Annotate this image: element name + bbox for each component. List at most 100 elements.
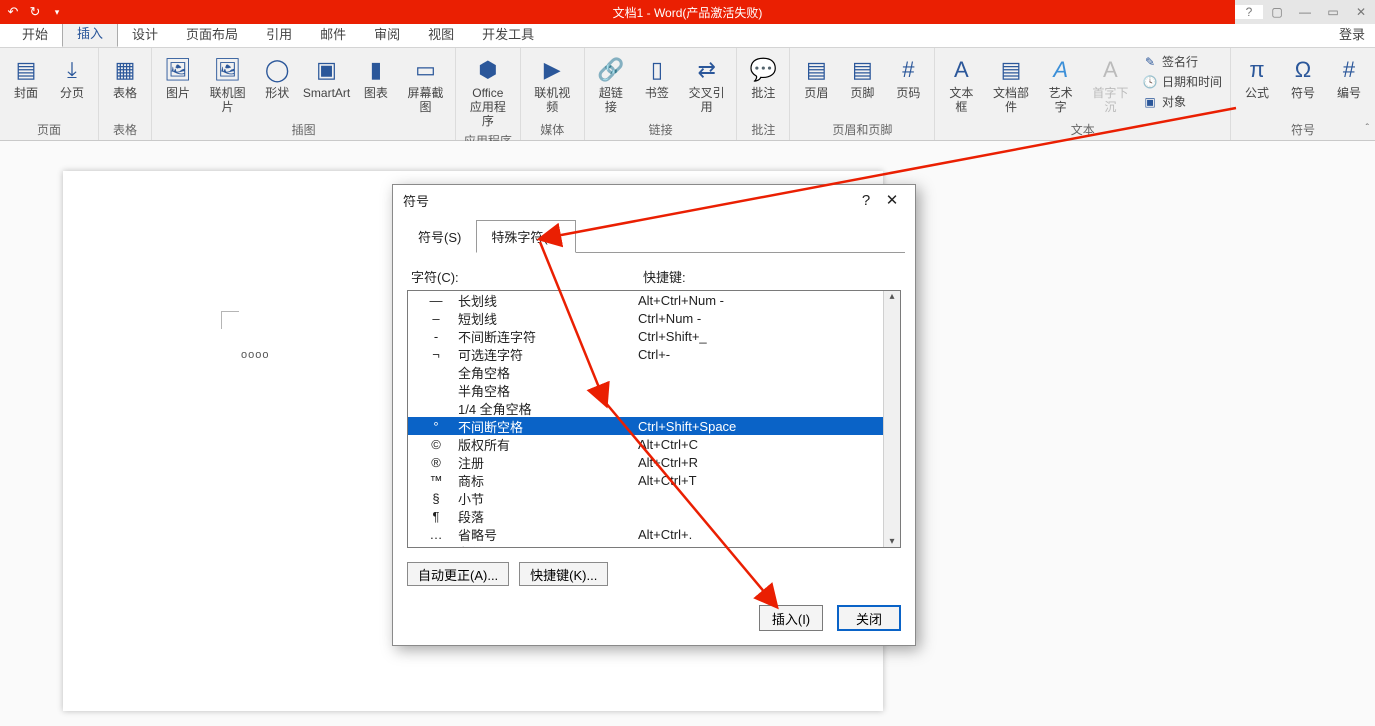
list-item[interactable]: ®注册Alt+Ctrl+R [408,453,900,471]
tab-review[interactable]: 审阅 [360,20,414,47]
tab-layout[interactable]: 页面布局 [172,20,252,47]
dialog-close-button[interactable]: ✕ [879,191,905,209]
equation-button[interactable]: π公式 [1237,52,1277,102]
list-item[interactable]: —长划线Alt+Ctrl+Num - [408,291,900,309]
autocorrect-button[interactable]: 自动更正(A)... [407,562,509,586]
sign-in-link[interactable]: 登录 [1329,20,1375,47]
shapes-button[interactable]: ◯形状 [257,52,297,102]
date-time-button[interactable]: 🕓日期和时间 [1140,72,1224,91]
scroll-down-icon[interactable]: ▾ [889,536,894,547]
dialog-tab-special[interactable]: 特殊字符(P) [476,220,575,253]
title-bar: ↶ ↻ ▾ 文档1 - Word(产品激活失败) ? ▢ — ▭ ✕ [0,0,1375,24]
list-column-headers: 字符(C): 快捷键: [407,263,901,290]
redo-icon[interactable]: ↻ [28,5,42,19]
close-button[interactable]: ✕ [1347,5,1375,19]
list-item[interactable]: 1/4 全角空格 [408,399,900,417]
char-symbol: ¬ [414,347,458,362]
list-item[interactable]: ¶段落 [408,507,900,525]
minimize-button[interactable]: — [1291,5,1319,19]
list-item[interactable]: 半角空格 [408,381,900,399]
char-name: 全角空格 [458,363,638,382]
tab-mailings[interactable]: 邮件 [306,20,360,47]
close-dialog-button[interactable]: 关闭 [837,605,901,631]
header-button[interactable]: ▤页眉 [796,52,836,102]
numbering-button[interactable]: #编号 [1329,52,1369,102]
list-scrollbar[interactable]: ▴▾ [883,291,900,547]
dialog-tab-symbols[interactable]: 符号(S) [403,220,476,253]
list-item[interactable]: °不间断空格Ctrl+Shift+Space [408,417,900,435]
group-label: 符号 [1237,119,1369,138]
page-break-button[interactable]: ⤓分页 [52,52,92,102]
list-item[interactable]: ©版权所有Alt+Ctrl+C [408,435,900,453]
list-item[interactable]: –短划线Ctrl+Num - [408,309,900,327]
comment-button[interactable]: 💬批注 [743,52,783,102]
cross-reference-button[interactable]: ⇄交叉引用 [683,52,730,116]
object-button[interactable]: ▣对象 [1140,92,1224,111]
office-apps-button[interactable]: ⬢Office 应用程序 [462,52,513,130]
char-symbol: … [414,527,458,542]
ribbon-tabs: 开始 插入 设计 页面布局 引用 邮件 审阅 视图 开发工具 登录 [0,24,1375,48]
cover-page-button[interactable]: ▤封面 [6,52,46,102]
ribbon-display-button[interactable]: ▢ [1263,5,1291,19]
list-item[interactable]: …省略号Alt+Ctrl+. [408,525,900,543]
chart-button[interactable]: ▮图表 [356,52,396,102]
tab-view[interactable]: 视图 [414,20,468,47]
char-shortcut: Ctrl+Num - [638,311,900,326]
group-label: 批注 [743,119,783,138]
bookmark-button[interactable]: ▯书签 [637,52,677,102]
tab-start[interactable]: 开始 [8,20,62,47]
char-shortcut: Alt+Ctrl+R [638,455,900,470]
char-name: 长划线 [458,291,638,310]
char-name: 半角空格 [458,381,638,400]
maximize-button[interactable]: ▭ [1319,5,1347,19]
char-symbol: © [414,437,458,452]
tab-design[interactable]: 设计 [118,20,172,47]
footer-button[interactable]: ▤页脚 [842,52,882,102]
tab-references[interactable]: 引用 [252,20,306,47]
char-symbol: – [414,311,458,326]
pictures-button[interactable]: 🖼图片 [158,52,198,102]
screenshot-button[interactable]: ▭屏幕截图 [402,52,449,116]
window-title: 文档1 - Word(产品激活失败) [613,4,763,21]
char-name: 不间断连字符 [458,327,638,346]
tab-developer[interactable]: 开发工具 [468,20,548,47]
list-item[interactable]: -不间断连字符Ctrl+Shift+_ [408,327,900,345]
char-name: 不间断空格 [458,417,638,436]
char-symbol: ™ [414,473,458,488]
char-shortcut: Ctrl+`,` [638,545,900,549]
list-item[interactable]: 全角空格 [408,363,900,381]
list-item[interactable]: ‘左单引号Ctrl+`,` [408,543,900,548]
textbox-button[interactable]: A文本框 [941,52,981,116]
char-shortcut: Alt+Ctrl+. [638,527,900,542]
char-symbol: ¶ [414,509,458,524]
table-button[interactable]: ▦表格 [105,52,145,102]
undo-icon[interactable]: ↶ [6,5,20,19]
group-comments: 💬批注 批注 [737,48,790,140]
group-header-footer: ▤页眉 ▤页脚 #页码 页眉和页脚 [790,48,935,140]
hyperlink-button[interactable]: 🔗超链接 [591,52,631,116]
online-video-button[interactable]: ▶联机视频 [527,52,578,116]
collapse-ribbon-icon[interactable]: ˆ [1366,123,1369,134]
help-button[interactable]: ? [1235,5,1263,19]
group-label: 文本 [941,119,1224,138]
window-controls: ? ▢ — ▭ ✕ [1235,0,1375,24]
online-pictures-button[interactable]: 🖼联机图片 [204,52,251,116]
wordart-button[interactable]: A艺术字 [1041,52,1081,116]
insert-button[interactable]: 插入(I) [759,605,823,631]
char-symbol: — [414,293,458,308]
list-item[interactable]: §小节 [408,489,900,507]
list-item[interactable]: ™商标Alt+Ctrl+T [408,471,900,489]
shortcut-key-button[interactable]: 快捷键(K)... [519,562,608,586]
smartart-button[interactable]: ▣SmartArt [303,52,350,102]
qat-dropdown-icon[interactable]: ▾ [50,5,64,19]
signature-line-button[interactable]: ✎签名行 [1140,52,1224,71]
special-char-list[interactable]: —长划线Alt+Ctrl+Num -–短划线Ctrl+Num --不间断连字符C… [407,290,901,548]
dialog-help-button[interactable]: ? [853,192,879,209]
quick-parts-button[interactable]: ▤文档部件 [987,52,1034,116]
list-item[interactable]: ¬可选连字符Ctrl+- [408,345,900,363]
page-number-button[interactable]: #页码 [888,52,928,102]
symbol-button[interactable]: Ω符号 [1283,52,1323,102]
char-name: 注册 [458,453,638,472]
scroll-up-icon[interactable]: ▴ [889,291,894,302]
drop-cap-button[interactable]: A首字下沉 [1087,52,1134,116]
